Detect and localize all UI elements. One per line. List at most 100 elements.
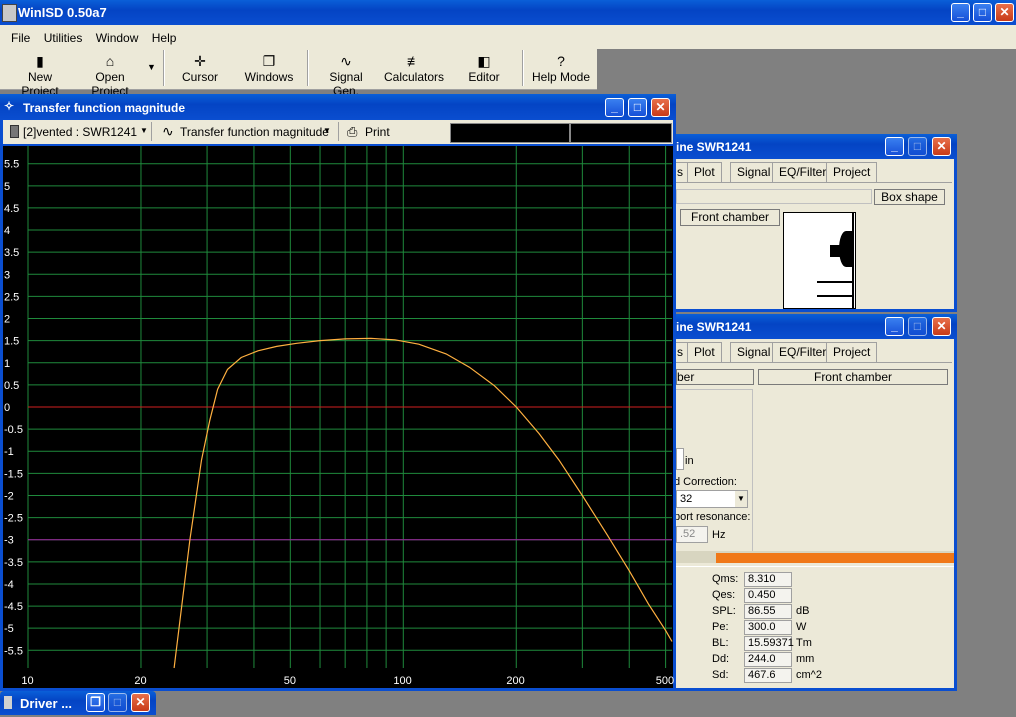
sine-wave-icon: ∿ (340, 53, 352, 69)
chevron-down-icon[interactable]: ▼ (735, 491, 747, 507)
param-unit: cm^2 (796, 669, 822, 681)
open-project-dropdown-icon[interactable]: ▼ (147, 62, 156, 72)
crosshair-icon: ✛ (194, 53, 206, 69)
tab-plot[interactable]: Plot (687, 342, 722, 362)
tab-project[interactable]: Project (826, 342, 878, 362)
port-resonance-unit: Hz (712, 529, 726, 541)
app-title: WinISD 0.50a7 (18, 5, 107, 20)
driver-param-row: Pe: 300.0 W (676, 620, 954, 636)
speaker-icon (839, 231, 853, 267)
calculators-button[interactable]: ≢ Calculators (384, 52, 444, 84)
menu-window[interactable]: Window (96, 31, 139, 45)
close-button[interactable]: ✕ (131, 693, 150, 712)
param-label: Pe: (712, 621, 729, 633)
progress-bar (676, 551, 954, 563)
driver-param-row: BL: 15.59371 Tm (676, 636, 954, 652)
machine-window-1-titlebar[interactable]: ine SWR1241 _ □ ✕ (676, 134, 957, 159)
machine-window-1-title: ine SWR1241 (676, 140, 752, 154)
menu-utilities[interactable]: Utilities (44, 31, 83, 45)
maximize-button[interactable]: □ (908, 137, 927, 156)
editor-button[interactable]: ◧ Editor (463, 52, 505, 84)
param-value: 86.55 (744, 604, 792, 619)
menu-bar: File Utilities Window Help (0, 25, 1016, 49)
maximize-button[interactable]: □ (628, 98, 647, 117)
port-resonance-label: port resonance: (674, 511, 751, 523)
front-chamber-tab[interactable]: Front chamber (758, 369, 948, 385)
tab-project[interactable]: Project (826, 162, 878, 182)
window-menu-icon[interactable]: ✧ (4, 99, 14, 113)
unit-in: in (685, 455, 694, 467)
transfer-function-title: Transfer function magnitude (23, 101, 186, 115)
chevron-down-icon[interactable]: ▼ (140, 126, 148, 135)
sine-wave-icon: ∿ (162, 123, 174, 139)
calculator-icon: ≢ (407, 53, 421, 69)
signal-gen-button[interactable]: ∿ Signal Gen. (315, 52, 377, 98)
help-mode-button[interactable]: ? Help Mode (530, 52, 592, 84)
close-button[interactable]: ✕ (932, 137, 951, 156)
minimize-button[interactable]: _ (951, 3, 970, 22)
machine-window-2-titlebar[interactable]: ine SWR1241 _ □ ✕ (676, 314, 957, 339)
windows-button[interactable]: ❐ Windows (243, 52, 295, 84)
minimize-button[interactable]: _ (885, 137, 904, 156)
windows-icon: ❐ (262, 53, 276, 69)
param-label: Qes: (712, 589, 736, 601)
rear-chamber-tab[interactable]: ber (676, 369, 754, 385)
print-button[interactable]: ⎙ Print (345, 122, 395, 141)
param-unit: W (796, 621, 807, 633)
machine-window-1: ine SWR1241 _ □ ✕ s Plot Signal EQ/Filte… (670, 134, 957, 312)
close-button[interactable]: ✕ (651, 98, 670, 117)
param-value: 8.310 (744, 572, 792, 587)
speaker-icon (4, 696, 12, 709)
param-label: Qms: (712, 573, 739, 585)
printer-icon: ⎙ (347, 124, 358, 139)
close-button[interactable]: ✕ (932, 317, 951, 336)
restore-button[interactable]: ❐ (86, 693, 105, 712)
open-project-button[interactable]: ⌂ Open Project (76, 52, 144, 98)
driver-param-row: Sd: 467.6 cm^2 (676, 668, 954, 684)
tab-plot[interactable]: Plot (687, 162, 722, 182)
front-chamber-button[interactable]: Front chamber (680, 209, 780, 226)
maximize-button[interactable]: □ (108, 693, 127, 712)
driver-param-row: Dd: 244.0 mm (676, 652, 954, 668)
menu-help[interactable]: Help (152, 31, 177, 45)
app-icon (2, 4, 17, 22)
maximize-button[interactable]: □ (908, 317, 927, 336)
project-select[interactable]: [2]vented : SWR1241 ▼ (5, 122, 152, 141)
param-label: Sd: (712, 669, 729, 681)
end-correction-select[interactable]: 32 ▼ (676, 490, 748, 508)
minimize-button[interactable]: _ (605, 98, 624, 117)
plot-area (3, 146, 673, 688)
param-value: 300.0 (744, 620, 792, 635)
param-unit: dB (796, 605, 810, 617)
end-correction-label: d Correction: (674, 476, 737, 488)
chevron-down-icon[interactable]: ▼ (323, 126, 331, 135)
tab-eq-filter[interactable]: EQ/Filter (772, 162, 834, 182)
box-shape-button[interactable]: Box shape (874, 189, 945, 205)
transfer-function-titlebar[interactable]: ✧ Transfer function magnitude _ □ ✕ (0, 94, 676, 120)
new-file-icon: ▮ (36, 53, 44, 69)
menu-file[interactable]: File (11, 31, 30, 45)
machine-window-1-body: s Plot Signal EQ/Filter Project Box shap… (670, 159, 954, 309)
box-shape-diagram (783, 212, 856, 309)
tab-eq-filter[interactable]: EQ/Filter (772, 342, 834, 362)
graph-type-select[interactable]: ∿ Transfer function magnitude ▼ (160, 122, 339, 141)
cursor-button[interactable]: ✛ Cursor (178, 52, 222, 84)
speaker-icon: ◧ (477, 53, 491, 69)
maximize-button[interactable]: □ (973, 3, 992, 22)
plot-toolbar: [2]vented : SWR1241 ▼ ∿ Transfer functio… (3, 120, 673, 144)
tab-signal[interactable]: Signal (730, 342, 778, 362)
tab-signal[interactable]: Signal (730, 162, 778, 182)
close-button[interactable]: ✕ (995, 3, 1014, 22)
app-titlebar[interactable]: WinISD 0.50a7 _ □ ✕ (0, 0, 1016, 25)
new-project-button[interactable]: ▮ New Project (8, 52, 72, 98)
cursor-readout-2 (570, 123, 672, 143)
folder-open-icon: ⌂ (105, 53, 115, 69)
minimize-button[interactable]: _ (885, 317, 904, 336)
driver-minimized-window[interactable]: Driver ... ❐ □ ✕ (0, 691, 156, 715)
param-label: BL: (712, 637, 729, 649)
help-icon: ? (557, 53, 565, 69)
param-value: 0.450 (744, 588, 792, 603)
driver-minimized-title: Driver ... (20, 696, 73, 711)
transfer-function-window: ✧ Transfer function magnitude _ □ ✕ [2]v… (0, 94, 676, 691)
param-label: Dd: (712, 653, 730, 665)
